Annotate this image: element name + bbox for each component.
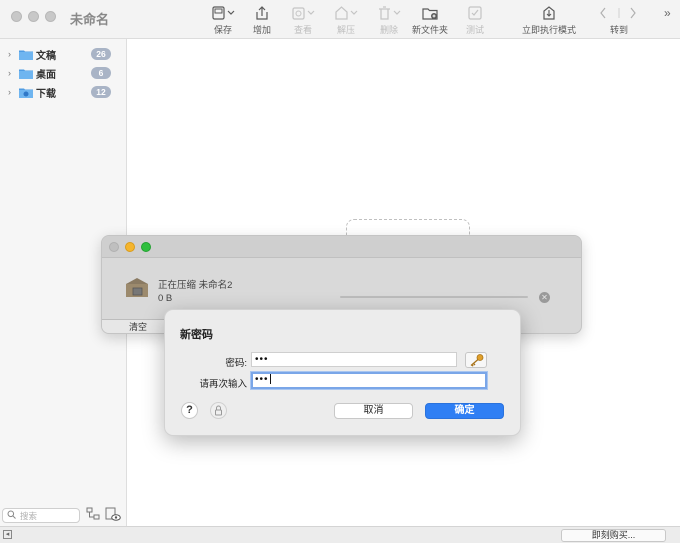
toolbar-test-button[interactable]: 测试: [466, 4, 484, 36]
new-password-dialog: 新密码 密码: ••• 请再次输入 ••• ? 取消 确定: [164, 309, 521, 436]
repeat-password-label: 请再次输入: [199, 379, 247, 390]
double-chevron-right-icon: »: [664, 6, 671, 20]
save-archive-icon: [210, 4, 236, 21]
zoom-window-button[interactable]: [45, 11, 56, 22]
toolbar-delete-label: 删除: [379, 25, 398, 35]
sidebar-view-toggle-button[interactable]: [86, 507, 100, 524]
progress-minimize-button[interactable]: [125, 242, 135, 252]
view-eye-icon: [290, 4, 316, 21]
navigate-arrows-icon: [599, 4, 639, 21]
dialog-title: 新密码: [180, 329, 213, 341]
execute-now-icon: [541, 4, 557, 21]
toolbar-new-folder-button[interactable]: 新文件夹: [412, 4, 448, 36]
tree-view-icon: [86, 507, 100, 520]
toolbar-new-folder-label: 新文件夹: [412, 25, 449, 35]
search-placeholder: 搜索: [20, 510, 38, 521]
help-button[interactable]: ?: [181, 402, 198, 419]
toolbar-view-label: 查看: [293, 25, 312, 35]
minimize-window-button[interactable]: [28, 11, 39, 22]
folder-icon: [19, 49, 33, 60]
progress-titlebar: [102, 236, 581, 258]
toolbar-extract-button[interactable]: 解压: [333, 4, 359, 36]
ok-button[interactable]: 确定: [425, 403, 504, 419]
progress-task-name: 正在压缩 未命名2: [158, 280, 233, 291]
toolbar-test-label: 测试: [466, 25, 485, 35]
password-field[interactable]: •••: [251, 352, 457, 367]
lock-icon: [215, 405, 222, 416]
count-badge: 6: [91, 67, 111, 79]
key-icon: [470, 354, 484, 367]
toolbar-execute-now-button[interactable]: 立即执行模式: [522, 4, 576, 36]
toolbar-goto-button[interactable]: 转到: [597, 4, 641, 36]
sidebar-toggle-icon[interactable]: ◂: [3, 530, 12, 539]
repeat-password-value: •••: [255, 374, 269, 385]
download-folder-icon: [19, 87, 33, 98]
test-check-icon: [467, 4, 483, 21]
sidebar-item-label: 桌面: [36, 69, 56, 81]
progress-bar: [340, 296, 528, 298]
window-title: 未命名: [70, 12, 110, 27]
chevron-right-icon[interactable]: ›: [8, 87, 16, 97]
trash-icon: [376, 4, 402, 21]
progress-size: 0 B: [158, 293, 173, 304]
clear-button[interactable]: 清空: [102, 319, 172, 333]
sidebar-item-label: 下载: [36, 88, 56, 100]
progress-zoom-button[interactable]: [141, 242, 151, 252]
toolbar-save-button[interactable]: 保存: [210, 4, 236, 36]
window-toolbar: 未命名 保存 增加 查看 解压 删除 新文件夹 测试 立即执行模式 转到 »: [0, 0, 680, 39]
sidebar-item-downloads[interactable]: › 下载 12: [0, 83, 127, 101]
toolbar-delete-button[interactable]: 删除: [376, 4, 402, 36]
sidebar-preview-button[interactable]: [105, 507, 121, 525]
add-upload-icon: [254, 4, 270, 21]
sidebar-item-label: 文稿: [36, 50, 56, 62]
buy-now-button[interactable]: 即刻购买...: [561, 529, 666, 542]
sidebar-item-desktop[interactable]: › 桌面 6: [0, 64, 127, 82]
status-bar: ◂ 即刻购买...: [0, 526, 680, 543]
sidebar-search-input[interactable]: 搜索: [2, 508, 80, 523]
toolbar-execute-now-label: 立即执行模式: [522, 25, 577, 35]
password-assistant-button[interactable]: [465, 352, 487, 368]
lock-toggle-button[interactable]: [210, 402, 227, 419]
toolbar-view-button[interactable]: 查看: [290, 4, 316, 36]
sidebar-item-documents[interactable]: › 文稿 26: [0, 45, 127, 63]
progress-close-button[interactable]: [109, 242, 119, 252]
toolbar-goto-label: 转到: [609, 25, 628, 35]
chevron-right-icon[interactable]: ›: [8, 49, 16, 59]
toolbar-save-label: 保存: [213, 25, 232, 35]
chevron-right-icon[interactable]: ›: [8, 68, 16, 78]
toolbar-add-label: 增加: [253, 25, 272, 35]
close-window-button[interactable]: [11, 11, 22, 22]
new-folder-icon: [421, 4, 439, 21]
count-badge: 26: [91, 48, 111, 60]
search-icon: [7, 510, 16, 522]
toolbar-add-button[interactable]: 增加: [253, 4, 271, 36]
folder-icon: [19, 68, 33, 79]
text-caret: [269, 374, 271, 385]
archive-box-icon: [124, 276, 150, 303]
preview-eye-icon: [105, 507, 121, 521]
repeat-password-field[interactable]: •••: [251, 372, 487, 389]
count-badge: 12: [91, 86, 111, 98]
password-label: 密码:: [225, 358, 247, 369]
cancel-task-icon[interactable]: ✕: [539, 292, 550, 303]
extract-icon: [333, 4, 359, 21]
toolbar-extract-label: 解压: [336, 25, 355, 35]
toolbar-overflow-button[interactable]: »: [664, 6, 671, 38]
cancel-button[interactable]: 取消: [334, 403, 413, 419]
